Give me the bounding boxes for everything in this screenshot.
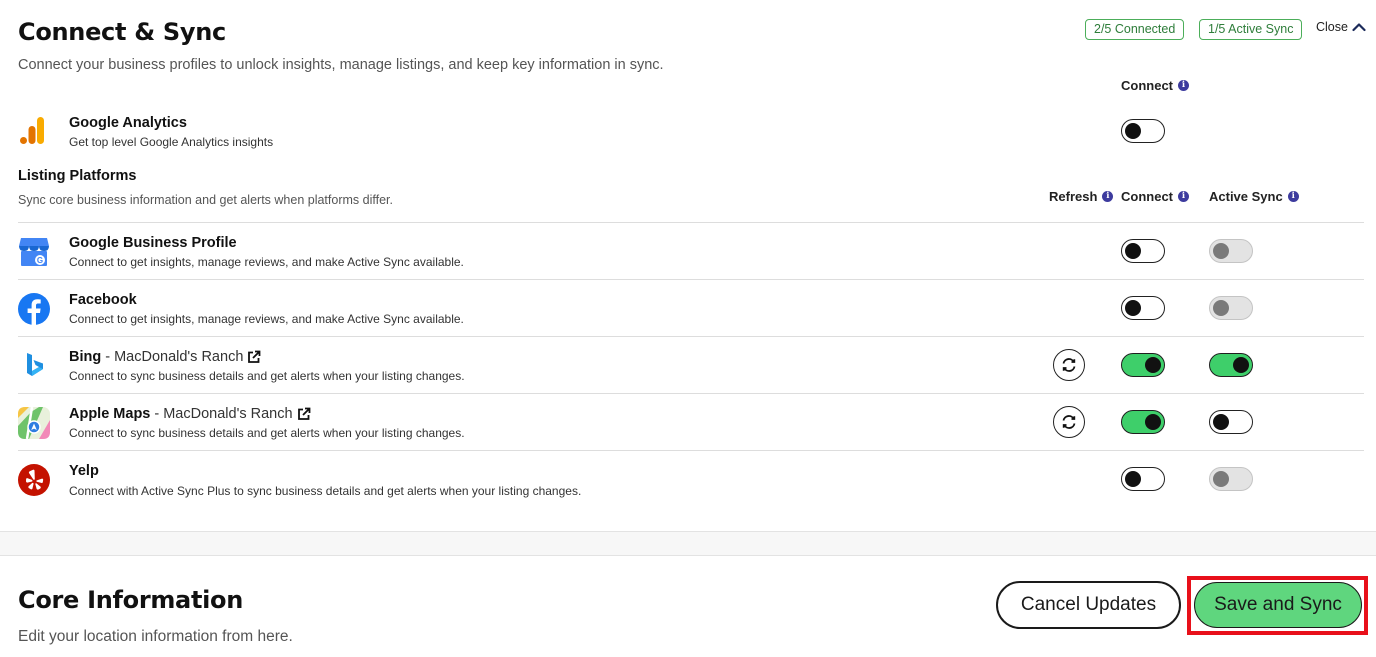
active-sync-column-header: Active Sync i (1209, 189, 1299, 204)
apple-maps-location: - MacDonald's Ranch (154, 406, 293, 422)
save-and-sync-button[interactable]: Save and Sync (1194, 582, 1362, 628)
divider (18, 336, 1364, 337)
apple-maps-connect-toggle[interactable] (1121, 410, 1165, 434)
bing-refresh-button[interactable] (1053, 349, 1085, 381)
page-subtitle: Connect your business profiles to unlock… (18, 57, 664, 73)
chevron-up-icon (1352, 23, 1366, 32)
refresh-column-header: Refresh i (1049, 189, 1114, 204)
bing-connect-toggle[interactable] (1121, 353, 1165, 377)
divider (18, 393, 1364, 394)
bing-location: - MacDonald's Ranch (105, 349, 244, 365)
connect-column-header: Connect i (1121, 189, 1189, 204)
divider (18, 450, 1364, 451)
connect-column-header: Connect i (1121, 78, 1189, 93)
platform-description: Connect to sync business details and get… (69, 426, 465, 440)
external-link-icon[interactable] (297, 407, 311, 421)
platform-description: Connect to get insights, manage reviews,… (69, 312, 464, 326)
platform-description: Connect to get insights, manage reviews,… (69, 255, 464, 269)
close-label: Close (1316, 20, 1348, 34)
platform-name: Apple Maps - MacDonald's Ranch (69, 406, 311, 422)
yelp-connect-toggle[interactable] (1121, 467, 1165, 491)
svg-text:G: G (37, 256, 43, 265)
divider (18, 222, 1364, 223)
platform-name: Yelp (69, 463, 99, 479)
connected-count-badge: 2/5 Connected (1085, 19, 1185, 40)
cancel-updates-button[interactable]: Cancel Updates (996, 581, 1181, 629)
google-business-profile-icon: G (17, 235, 51, 269)
facebook-active-sync-toggle[interactable] (1209, 296, 1253, 320)
platform-description: Connect with Active Sync Plus to sync bu… (69, 484, 582, 498)
apple-maps-icon (17, 406, 51, 440)
google-business-active-sync-toggle[interactable] (1209, 239, 1253, 263)
refresh-icon (1062, 358, 1076, 372)
facebook-connect-toggle[interactable] (1121, 296, 1165, 320)
platform-name: Google Business Profile (69, 235, 237, 251)
google-business-connect-toggle[interactable] (1121, 239, 1165, 263)
platform-name: Bing - MacDonald's Ranch (69, 349, 261, 365)
bing-icon (17, 349, 51, 383)
core-information-title: Core Information (18, 586, 244, 614)
close-button[interactable]: Close (1316, 20, 1366, 34)
info-icon[interactable]: i (1178, 80, 1189, 91)
core-information-description: Edit your location information from here… (18, 628, 293, 645)
info-icon[interactable]: i (1287, 191, 1299, 202)
listing-platforms-description: Sync core business information and get a… (18, 193, 393, 207)
bing-active-sync-toggle[interactable] (1209, 353, 1253, 377)
connect-sync-page: Connect & Sync Connect your business pro… (0, 0, 1376, 657)
analytics-description: Get top level Google Analytics insights (69, 135, 274, 149)
yelp-active-sync-toggle[interactable] (1209, 467, 1253, 491)
apple-maps-refresh-button[interactable] (1053, 406, 1085, 438)
external-link-icon[interactable] (247, 350, 261, 364)
google-analytics-icon (17, 114, 51, 148)
listing-platforms-title: Listing Platforms (18, 168, 137, 184)
section-separator (0, 531, 1376, 556)
active-sync-count-badge: 1/5 Active Sync (1199, 19, 1303, 40)
analytics-name: Google Analytics (69, 115, 187, 131)
info-icon[interactable]: i (1102, 191, 1114, 202)
divider (18, 279, 1364, 280)
page-title: Connect & Sync (18, 18, 226, 46)
analytics-connect-toggle[interactable] (1121, 119, 1165, 143)
info-icon[interactable]: i (1178, 191, 1189, 202)
platform-description: Connect to sync business details and get… (69, 369, 465, 383)
refresh-icon (1062, 415, 1076, 429)
platform-name: Facebook (69, 292, 137, 308)
apple-maps-active-sync-toggle[interactable] (1209, 410, 1253, 434)
yelp-icon (17, 463, 51, 497)
facebook-icon (17, 292, 51, 326)
